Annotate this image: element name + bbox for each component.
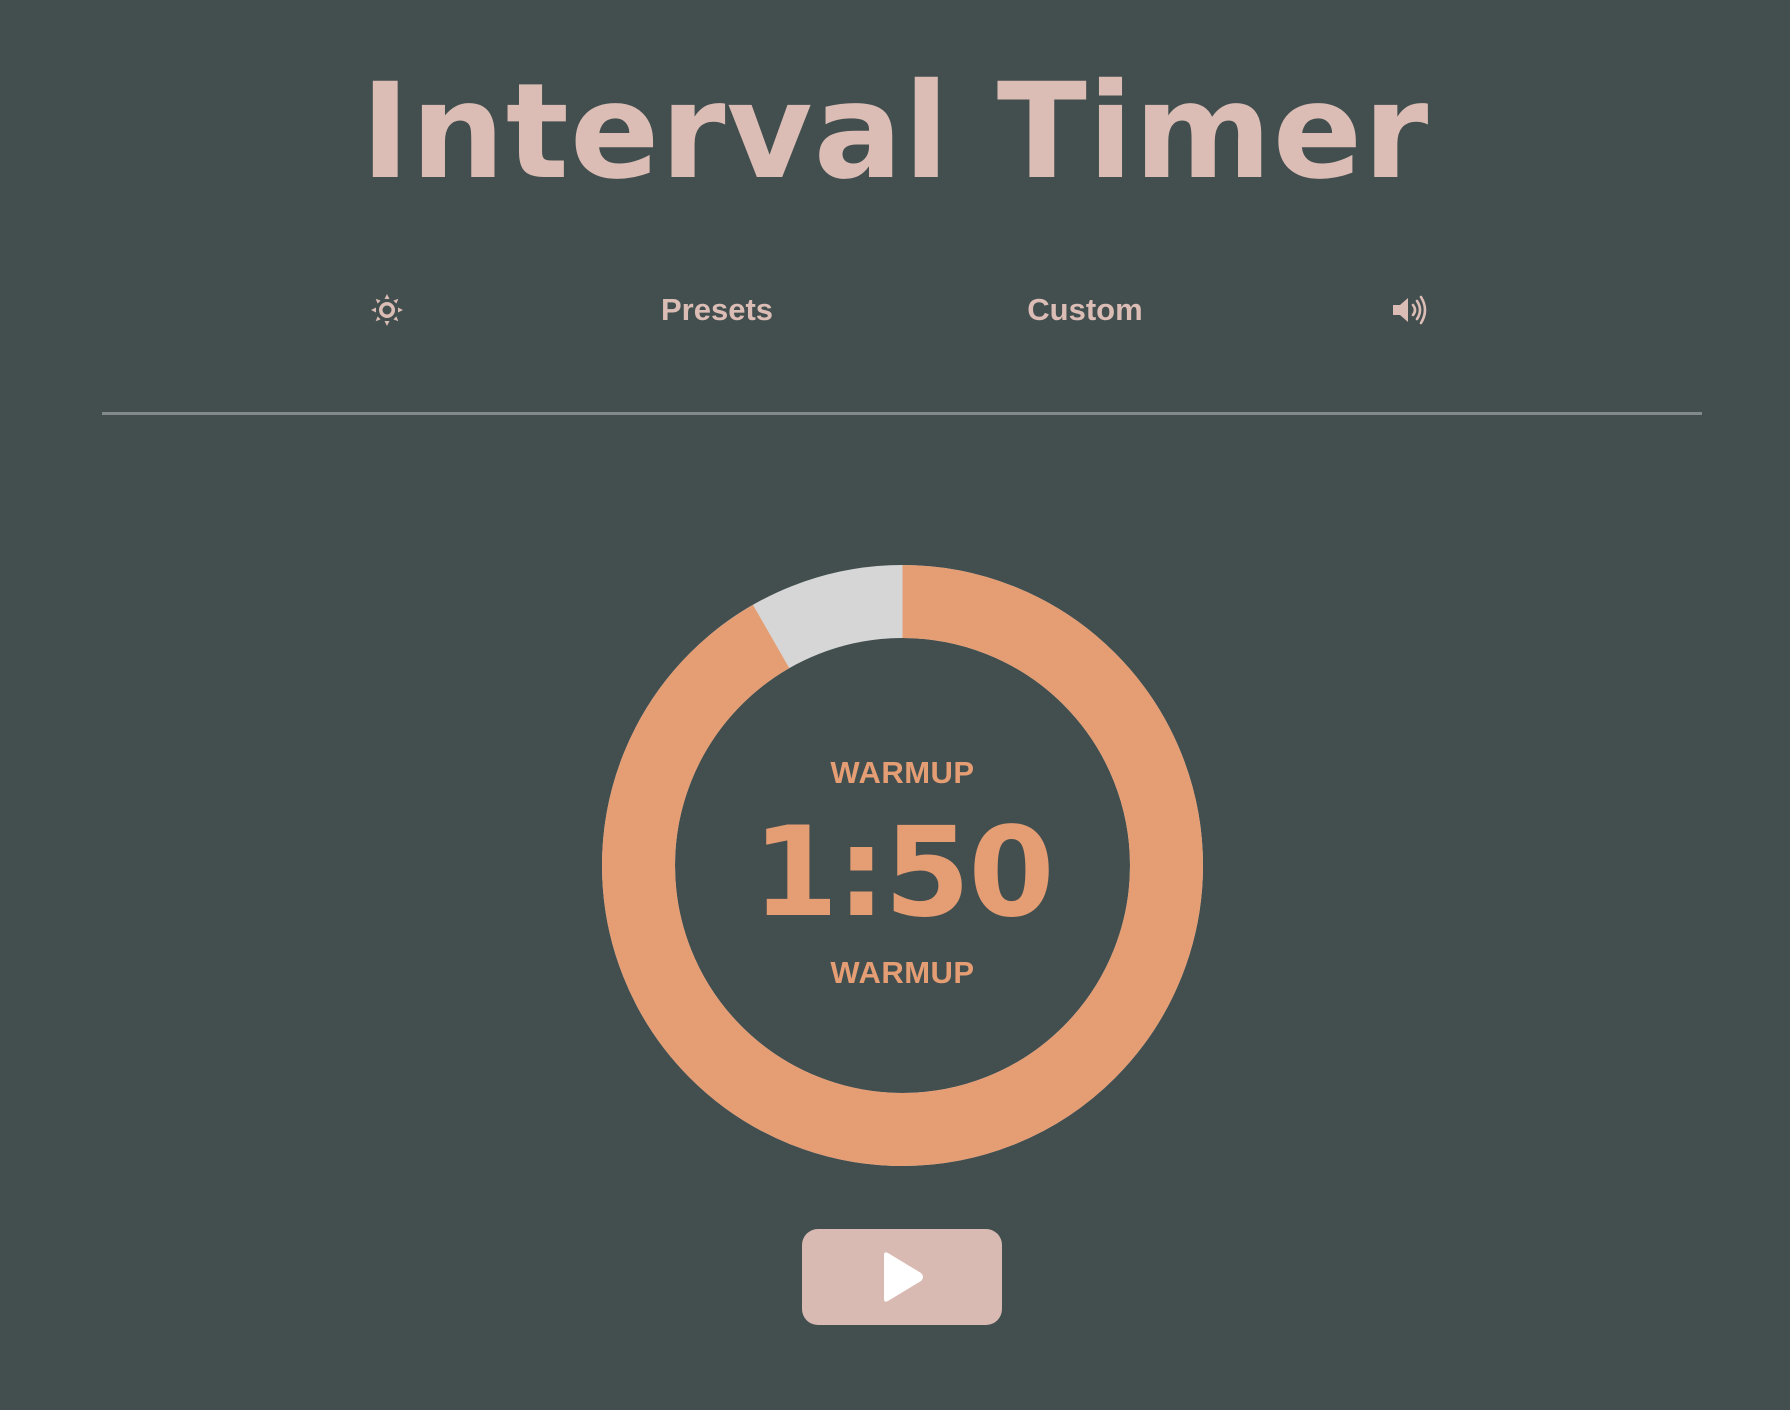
timer-ring: WARMUP 1:50 WARMUP [600,563,1205,1168]
sun-icon [371,294,403,326]
sound-toggle-button[interactable] [1371,272,1451,348]
play-icon [884,1252,923,1302]
top-nav: Presets Custom [0,272,1790,348]
time-remaining: 1:50 [752,801,1054,945]
phase-label-top: WARMUP [830,755,975,790]
app-title: Interval Timer [360,55,1430,209]
volume-icon [1393,295,1427,325]
phase-label-bottom: WARMUP [830,955,975,990]
custom-tab[interactable]: Custom [985,272,1185,348]
theme-toggle-button[interactable] [347,272,427,348]
play-button[interactable] [802,1229,1002,1325]
timer-readout: WARMUP 1:50 WARMUP [600,563,1205,1168]
presets-tab[interactable]: Presets [617,272,817,348]
interval-timer-page: Interval Timer Presets Custom WARMUP 1:5… [0,0,1790,1410]
nav-divider [102,412,1702,415]
